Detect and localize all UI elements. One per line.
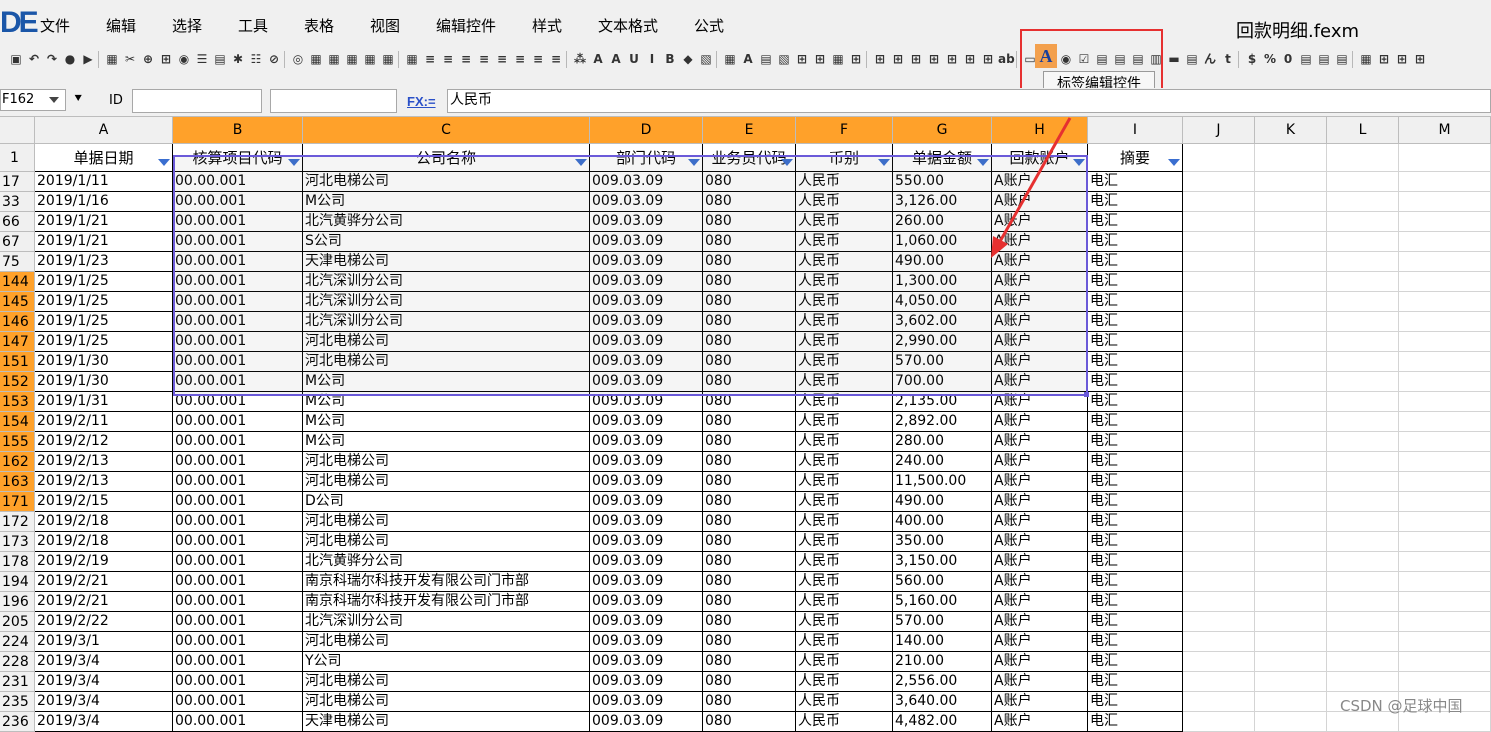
annotation-arrow	[991, 117, 1072, 258]
watermark: CSDN @足球中国	[1340, 697, 1463, 715]
